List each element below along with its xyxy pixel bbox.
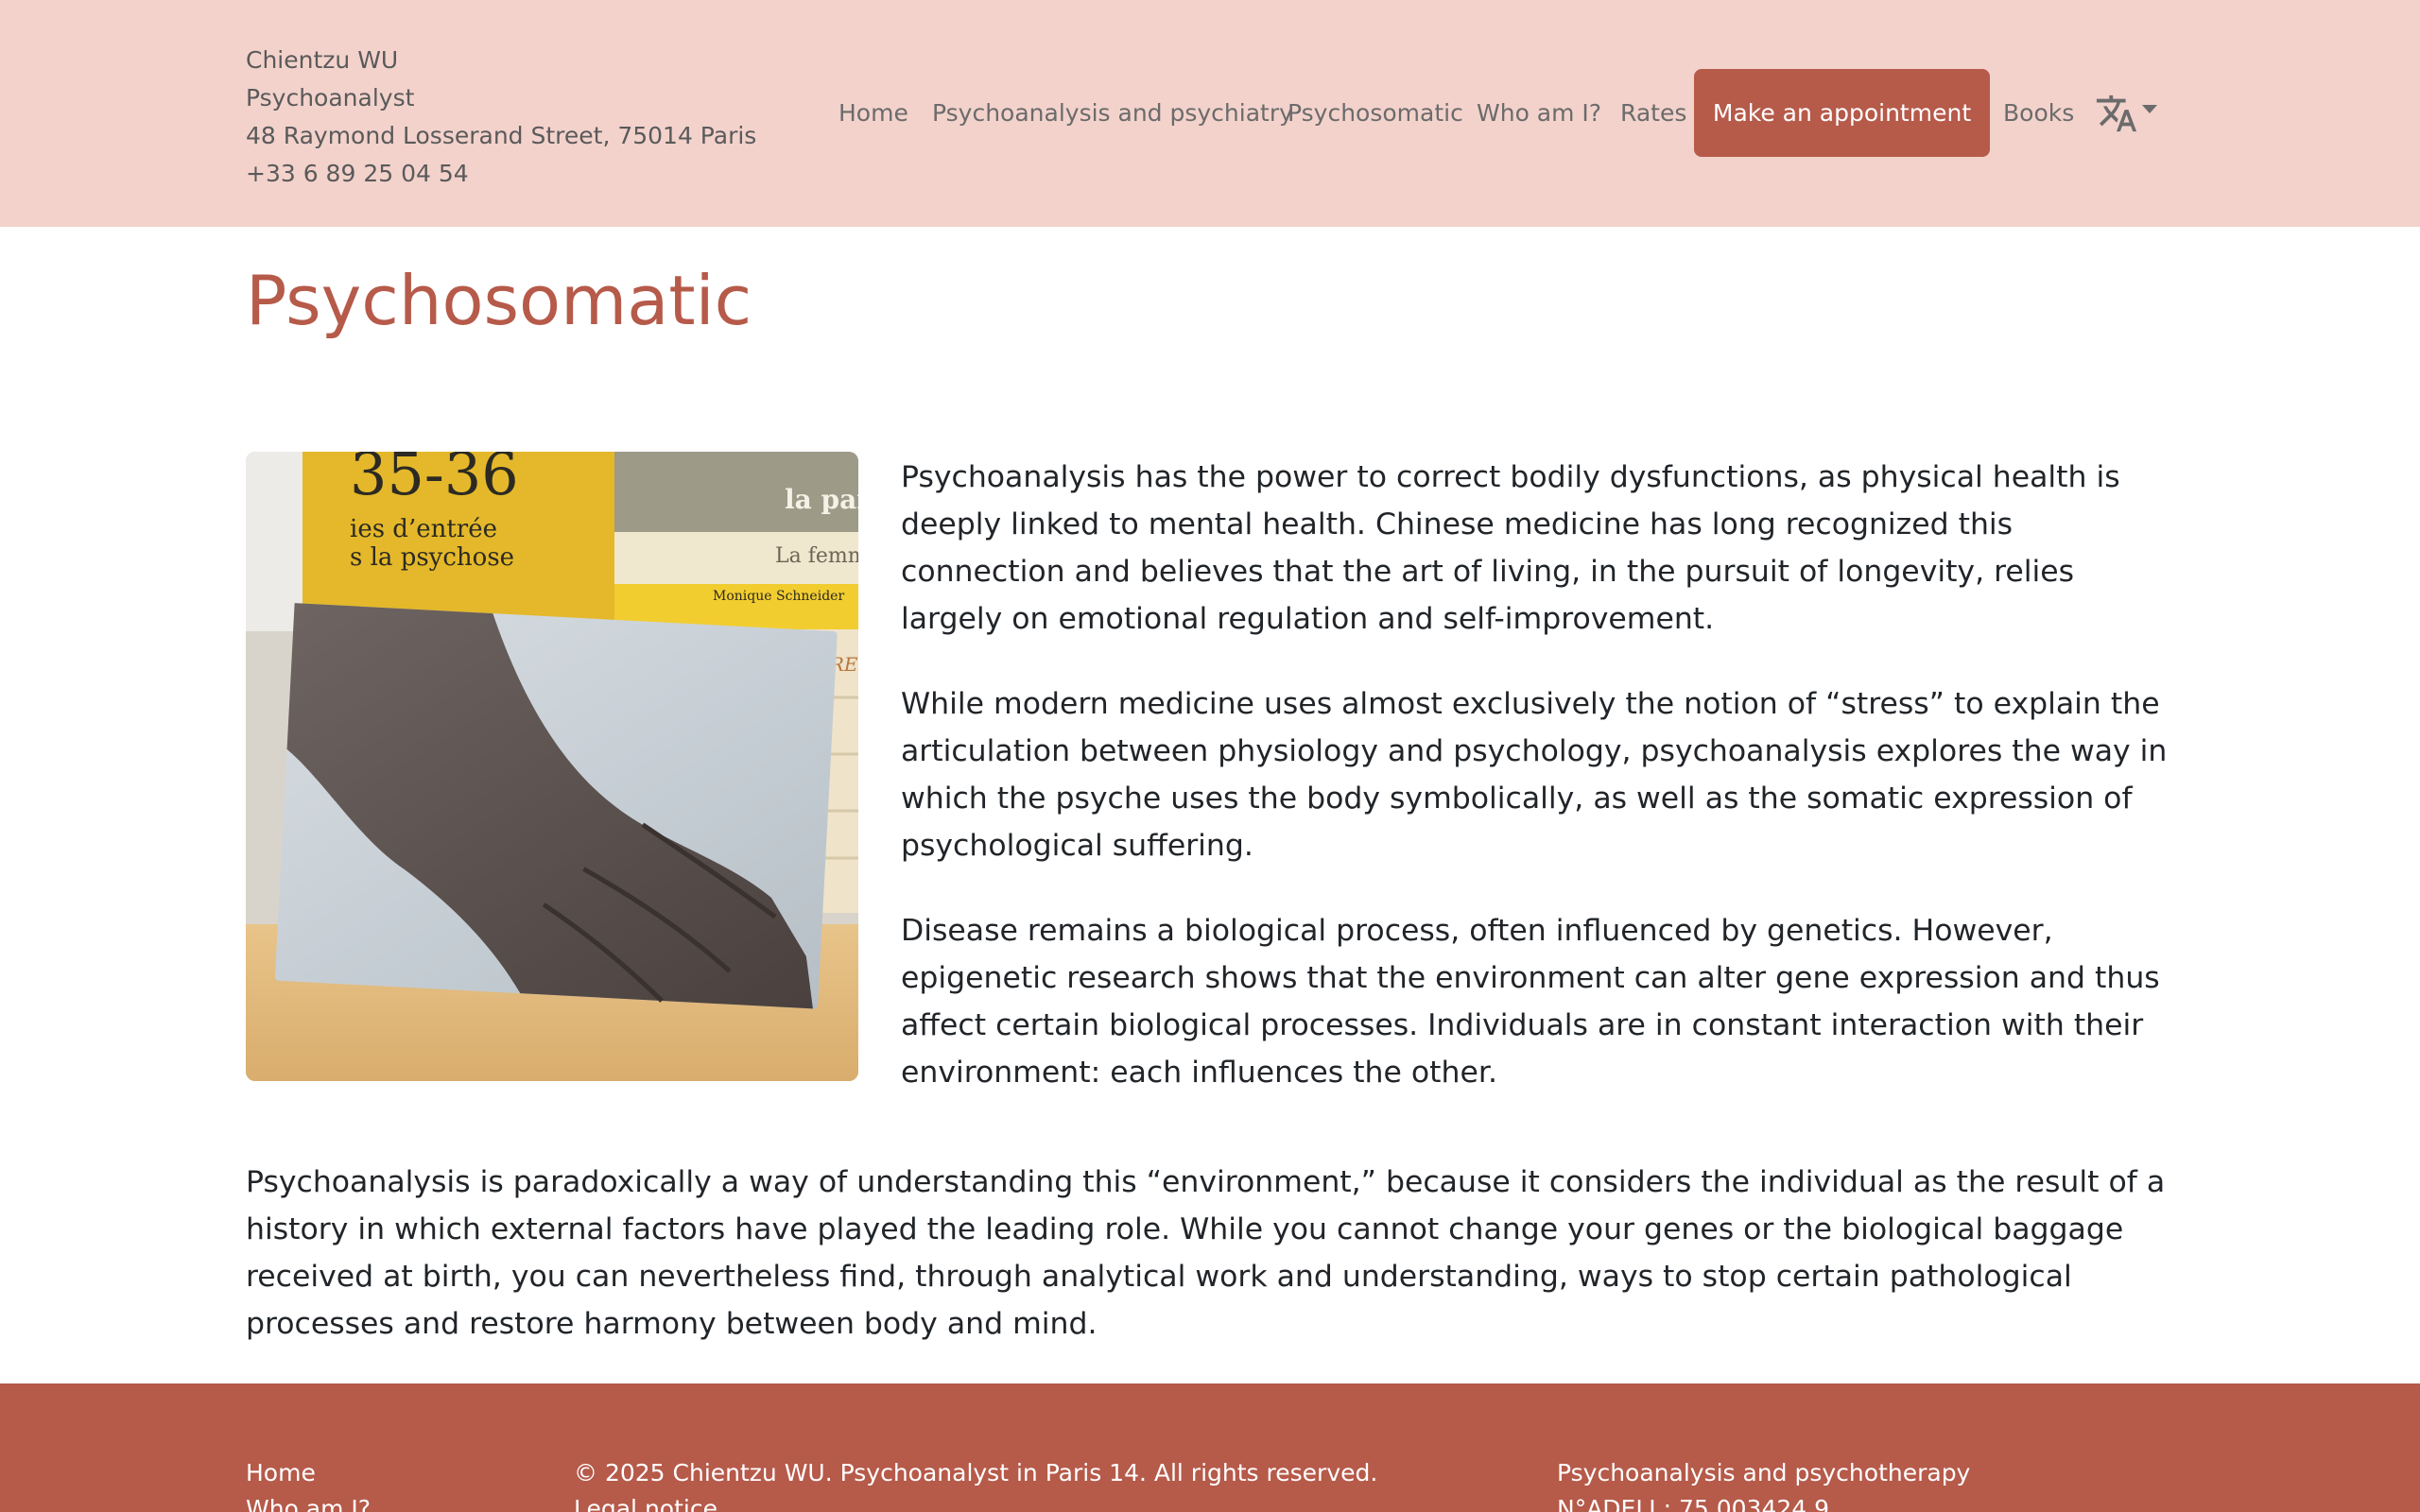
footer-info-title: Psychoanalysis and psychotherapy	[1557, 1459, 1971, 1486]
footer-copyright-block: © 2025 Chientzu WU. Psychoanalyst in Par…	[574, 1459, 1377, 1512]
nav-psychosomatic[interactable]: Psychosomatic	[1288, 69, 1463, 157]
footer-info-id: N°ADELI : 75 003424 9	[1557, 1495, 1830, 1512]
book-text-5: Monique Schneider	[713, 589, 844, 604]
page-title: Psychosomatic	[246, 261, 752, 340]
footer-legal-link[interactable]: Legal notice	[574, 1495, 1377, 1512]
book-text-1: ies d’entrée	[350, 515, 497, 543]
footer-info: Psychoanalysis and psychotherapy N°ADELI…	[1557, 1459, 1970, 1512]
footer-link-who-am-i[interactable]: Who am I?	[246, 1495, 371, 1512]
closing-paragraph: Psychoanalysis is paradoxically a way of…	[246, 1165, 2166, 1341]
contact-phone[interactable]: +33 6 89 25 04 54	[246, 155, 756, 193]
nav-books[interactable]: Books	[2003, 69, 2074, 157]
nav-rates[interactable]: Rates	[1620, 69, 1686, 157]
main-nav: Home Psychoanalysis and psychiatry Psych…	[0, 69, 2420, 157]
translate-icon	[2096, 94, 2137, 132]
intro-text: Psychoanalysis has the power to correct …	[901, 454, 2177, 1134]
make-appointment-button[interactable]: Make an appointment	[1694, 69, 1990, 157]
book-text-2: s la psychose	[350, 543, 514, 572]
footer-link-home[interactable]: Home	[246, 1459, 371, 1487]
site-header: Chientzu WU Psychoanalyst 48 Raymond Los…	[0, 0, 2420, 227]
nav-home[interactable]: Home	[838, 69, 908, 157]
book-text-3: la parole	[785, 484, 858, 515]
site-footer: Home Who am I? © 2025 Chientzu WU. Psych…	[0, 1383, 2420, 1512]
psychosomatic-photo: 35-36 ies d’entrée s la psychose la paro…	[246, 452, 858, 1081]
nav-who-am-i[interactable]: Who am I?	[1477, 69, 1601, 157]
paragraph-3: Disease remains a biological process, of…	[901, 914, 2160, 1090]
paragraph-1: Psychoanalysis has the power to correct …	[901, 460, 2120, 636]
book-text-4: La femme	[775, 544, 858, 568]
footer-copyright: © 2025 Chientzu WU. Psychoanalyst in Par…	[574, 1459, 1378, 1486]
photo-illustration: 35-36 ies d’entrée s la psychose la paro…	[246, 452, 858, 1081]
chevron-down-icon	[2142, 105, 2157, 113]
language-dropdown[interactable]	[2095, 92, 2165, 135]
paragraph-2: While modern medicine uses almost exclus…	[901, 687, 2168, 863]
footer-links: Home Who am I?	[246, 1459, 371, 1512]
nav-psychoanalysis-psychiatry[interactable]: Psychoanalysis and psychiatry	[932, 69, 1293, 157]
book-spine-number: 35-36	[350, 452, 519, 508]
